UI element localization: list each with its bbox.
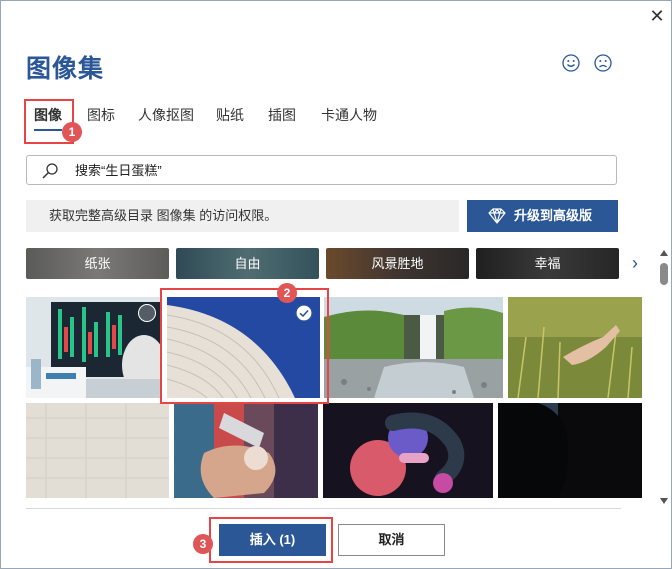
close-icon[interactable]: ✕ <box>647 6 667 26</box>
waterfall-image[interactable] <box>324 297 503 398</box>
stock-chart-image[interactable] <box>26 297 160 398</box>
silhouette-image[interactable] <box>498 403 642 498</box>
category-label: 风景胜地 <box>371 256 424 271</box>
chevron-right-icon[interactable]: › <box>632 252 644 276</box>
abstract-3d-shapes-image[interactable] <box>323 403 493 498</box>
diamond-icon <box>488 208 506 224</box>
premium-promo-bar: 获取完整高级目录 图像集 的访问权限。 <box>26 200 459 232</box>
tab-label: 卡通人物 <box>321 107 377 123</box>
category-label: 纸张 <box>84 256 111 271</box>
category-label: 自由 <box>234 256 261 271</box>
smiley-sad-icon[interactable] <box>594 54 612 72</box>
annotation-badge-2: 2 <box>277 283 297 303</box>
upgrade-button[interactable]: 升级到高级版 <box>467 200 618 232</box>
tab-label: 贴纸 <box>216 107 244 123</box>
tab-icons[interactable]: 图标 <box>81 99 121 133</box>
tab-stickers[interactable]: 贴纸 <box>213 99 247 133</box>
smiley-happy-icon[interactable] <box>562 54 580 72</box>
cancel-button[interactable]: 取消 <box>338 524 445 556</box>
category-freedom[interactable]: 自由 <box>176 248 319 279</box>
tab-label: 图标 <box>87 107 115 123</box>
tab-cutout-people[interactable]: 人像抠图 <box>135 99 197 133</box>
select-checkbox[interactable] <box>138 304 156 322</box>
search-icon <box>42 163 58 179</box>
annotation-badge-1: 1 <box>62 122 82 142</box>
paint-tubes-image[interactable] <box>174 403 318 498</box>
tab-cartoon-people[interactable]: 卡通人物 <box>317 99 381 133</box>
promo-text: 获取完整高级目录 图像集 的访问权限。 <box>49 208 278 223</box>
footer-divider <box>26 508 621 509</box>
annotation-badge-3: 3 <box>193 534 213 554</box>
linen-texture-image[interactable] <box>26 403 169 498</box>
category-happiness[interactable]: 幸福 <box>476 248 619 279</box>
tab-label: 人像抠图 <box>138 107 194 123</box>
tab-illustrations[interactable]: 插图 <box>265 99 299 133</box>
category-label: 幸福 <box>534 256 561 271</box>
dialog-title: 图像集 <box>26 55 105 83</box>
upgrade-label: 升级到高级版 <box>514 208 593 223</box>
annotation-box-2 <box>160 288 329 404</box>
category-scenic-spots[interactable]: 风景胜地 <box>326 248 469 279</box>
annotation-box-3 <box>209 517 333 563</box>
image-collection-dialog: ✕ 图像集 图像 图标 人像抠图 贴纸 插图 卡通人物 1 搜索“生日蛋糕” 获… <box>0 0 672 569</box>
tab-label: 插图 <box>268 107 296 123</box>
search-text: 搜索“生日蛋糕” <box>75 163 162 178</box>
category-paper[interactable]: 纸张 <box>26 248 169 279</box>
vertical-scrollbar[interactable] <box>657 246 671 508</box>
wheat-field-image[interactable] <box>508 297 642 398</box>
search-input[interactable]: 搜索“生日蛋糕” <box>26 155 617 185</box>
